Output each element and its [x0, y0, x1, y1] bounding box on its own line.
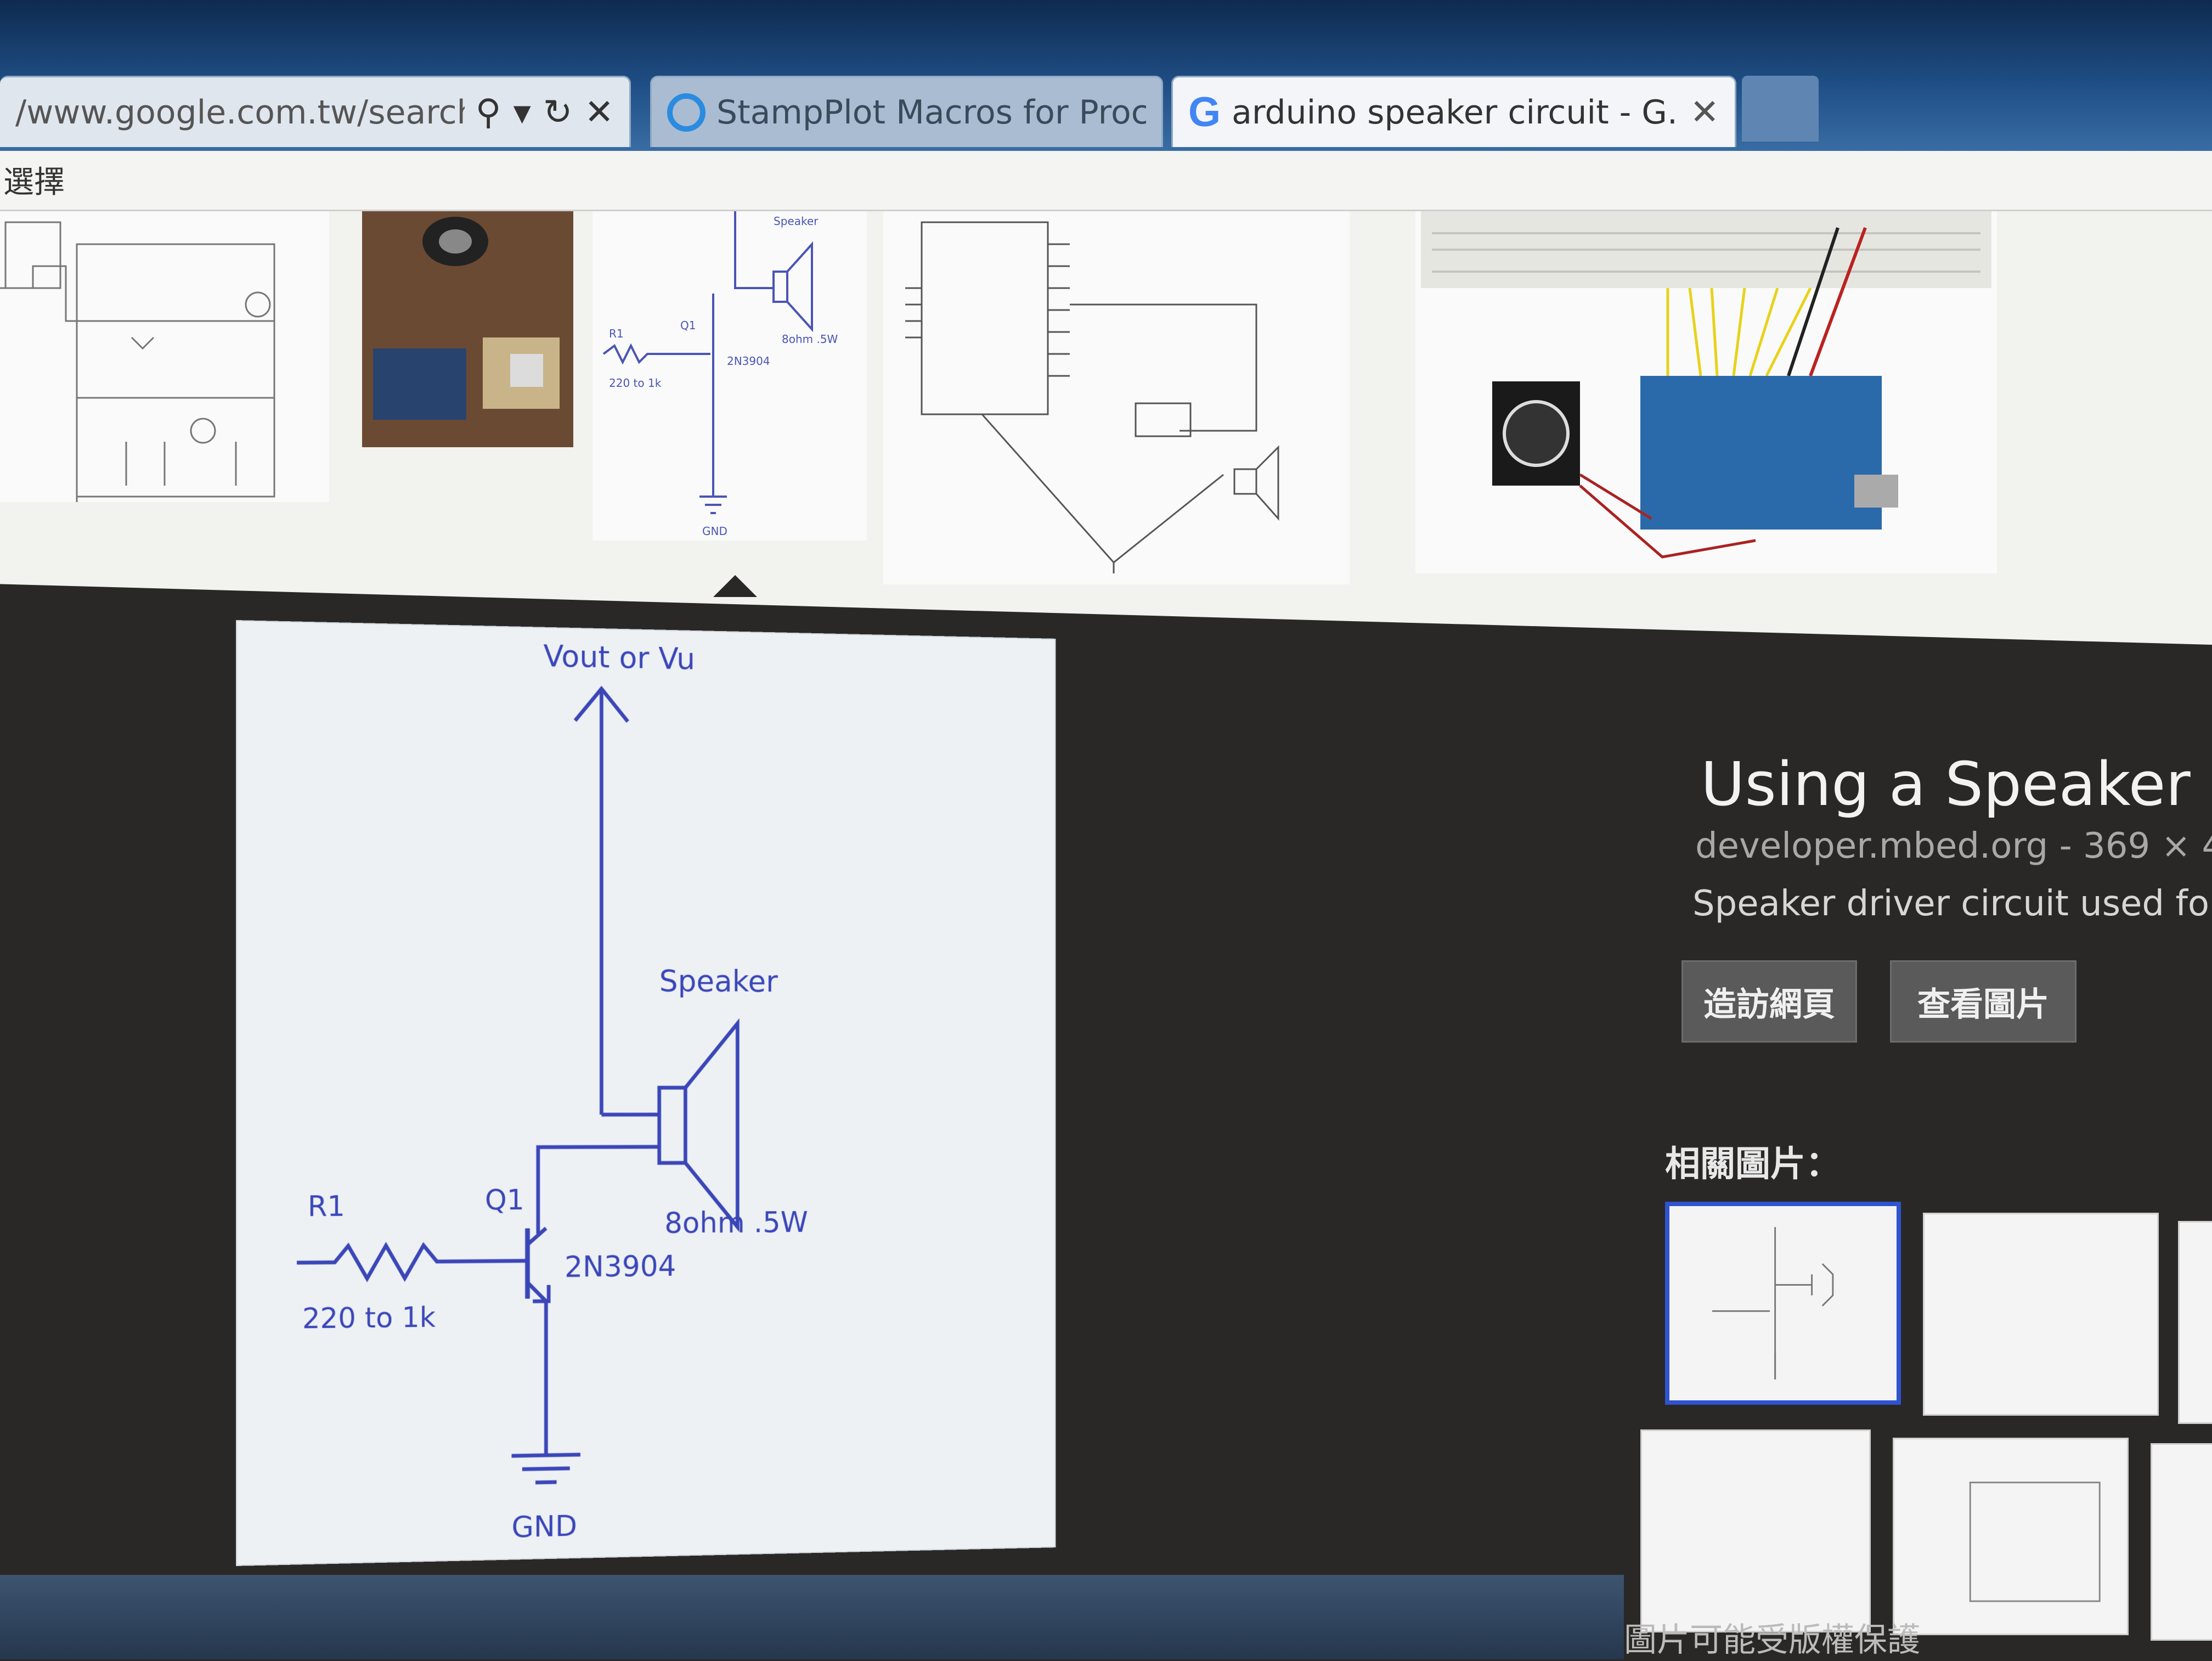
- result-thumbnail[interactable]: [0, 211, 329, 502]
- ic-schematic-thumbnail-art: [883, 211, 1350, 584]
- transistor-emitter: [528, 1282, 546, 1302]
- thumb-label: Speaker: [774, 215, 819, 228]
- thumb-label: 8ohm .5W: [782, 333, 838, 346]
- tab-label: StampPlot Macros for Proces...: [716, 93, 1146, 132]
- selected-result-pointer: [713, 575, 757, 597]
- result-thumbnail[interactable]: [883, 211, 1350, 584]
- related-image-thumbnail[interactable]: [2151, 1443, 2212, 1641]
- close-tab-icon[interactable]: ✕: [1690, 92, 1719, 133]
- os-taskbar[interactable]: [0, 1575, 1624, 1659]
- result-title[interactable]: Using a Speaker: [1701, 749, 2191, 819]
- copyright-note: 圖片可能受版權保護: [1624, 1613, 1920, 1661]
- thumb-label: GND: [702, 525, 727, 538]
- result-source[interactable]: developer.mbed.org - 369 × 4: [1695, 826, 2212, 866]
- result-description: Speaker driver circuit used for: [1692, 883, 2212, 924]
- result-thumbnail-arduino[interactable]: [1415, 211, 1997, 573]
- q1-label: Q1: [485, 1184, 524, 1217]
- thumb-label: 220 to 1k: [609, 376, 662, 390]
- related-image-thumbnail[interactable]: [1665, 1202, 1901, 1405]
- toolbar-partial-label[interactable]: 選擇: [3, 165, 65, 200]
- speaker-schematic-thumbnail: Speaker R1 Q1 220 to 1k 2N3904 8ohm .5W …: [592, 211, 867, 540]
- view-image-button[interactable]: 查看圖片: [1890, 960, 2076, 1043]
- search-icon[interactable]: ⚲: [476, 92, 501, 133]
- schematic-wires: [297, 683, 737, 1487]
- thumb-label: Q1: [680, 319, 696, 332]
- tab-stampplot[interactable]: StampPlot Macros for Proces...: [650, 76, 1163, 147]
- toolbar: 選擇: [0, 151, 2212, 211]
- google-icon: G: [1188, 88, 1221, 136]
- tab-google-search[interactable]: G arduino speaker circuit - G... ✕: [1171, 76, 1736, 147]
- speaker-driver-schematic: Vout or Vu Speaker R1 Q1 220 to 1k 2N390…: [237, 621, 1055, 1565]
- related-image-thumbnail[interactable]: [2178, 1221, 2212, 1424]
- related-images-heading: 相關圖片：: [1665, 1136, 1841, 1186]
- resistor-r1: [297, 1245, 527, 1279]
- result-thumbnail-photo[interactable]: [362, 211, 573, 447]
- new-tab-button[interactable]: [1742, 76, 1819, 142]
- resistor-value-label: 220 to 1k: [302, 1301, 436, 1335]
- collector-wire: [538, 1147, 659, 1234]
- arduino-thumbnail-art: [1415, 211, 1997, 573]
- image-results-strip: Speaker R1 Q1 220 to 1k 2N3904 8ohm .5W …: [0, 211, 2212, 645]
- vout-label: Vout or Vu: [543, 638, 695, 677]
- thumb-label: 2N3904: [727, 354, 770, 368]
- visit-page-button[interactable]: 造訪網頁: [1681, 960, 1857, 1043]
- related-image-thumbnail[interactable]: [1893, 1438, 2129, 1635]
- speaker-cone: [685, 1023, 737, 1228]
- related-thumb-art: [1894, 1439, 2127, 1634]
- ie-icon: [667, 93, 706, 132]
- related-image-thumbnail[interactable]: [1640, 1429, 1871, 1632]
- tab-label: arduino speaker circuit - G...: [1232, 93, 1679, 132]
- refresh-icon[interactable]: ↻: [543, 92, 573, 133]
- image-preview[interactable]: Vout or Vu Speaker R1 Q1 220 to 1k 2N390…: [236, 620, 1056, 1566]
- dropdown-icon[interactable]: ▾: [514, 92, 531, 133]
- browser-tab-strip: /www.google.com.tw/search?biw=1 ⚲ ▾ ↻ ✕ …: [0, 0, 2212, 156]
- image-info-panel: Using a Speaker developer.mbed.org - 369…: [1624, 730, 2212, 1659]
- stop-icon[interactable]: ✕: [584, 92, 614, 133]
- result-thumbnail-selected[interactable]: Speaker R1 Q1 220 to 1k 2N3904 8ohm .5W …: [592, 211, 867, 540]
- related-thumb-art: [1669, 1206, 1897, 1400]
- speaker-rating-label: 8ohm .5W: [664, 1205, 808, 1240]
- address-bar[interactable]: /www.google.com.tw/search?biw=1 ⚲ ▾ ↻ ✕: [0, 76, 631, 147]
- speaker-label: Speaker: [659, 964, 778, 999]
- schematic-thumbnail-art: [0, 211, 329, 502]
- thumb-label: R1: [609, 327, 624, 340]
- gnd-label: GND: [511, 1508, 577, 1544]
- photo-thumbnail-art: [362, 211, 573, 447]
- transistor-label: 2N3904: [565, 1249, 676, 1284]
- address-url[interactable]: /www.google.com.tw/search?biw=1: [15, 93, 465, 132]
- speaker-magnet: [659, 1088, 686, 1163]
- related-image-thumbnail[interactable]: [1923, 1213, 2159, 1416]
- ground-symbol: [511, 1455, 580, 1483]
- r1-label: R1: [308, 1190, 345, 1223]
